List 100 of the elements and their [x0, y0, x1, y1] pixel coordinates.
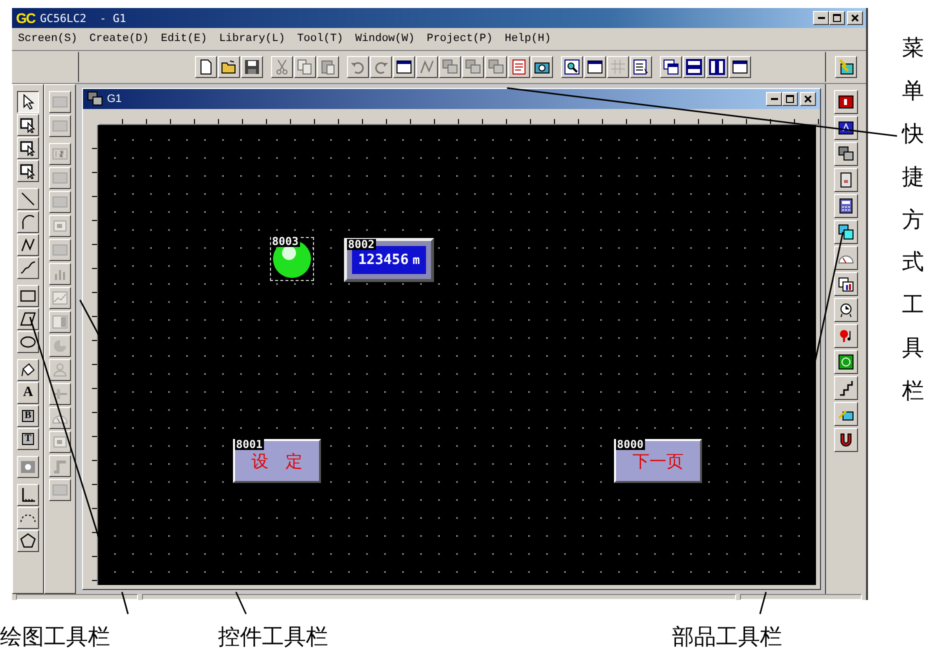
menu-item[interactable]: Library(L): [219, 33, 286, 45]
trend-icon: [52, 290, 68, 306]
maximize-button[interactable]: [829, 11, 845, 25]
steps-icon: [838, 380, 854, 396]
menu-item[interactable]: Create(D): [89, 33, 149, 45]
select-icon: [20, 163, 36, 179]
menu-item[interactable]: Help(H): [504, 33, 551, 45]
toolbar-button[interactable]: T: [17, 428, 39, 450]
door-icon: [838, 172, 854, 188]
paste-icon: [320, 59, 336, 75]
annotation-label: 部品工具栏: [672, 624, 783, 652]
object-id: 8000: [616, 439, 644, 450]
screen-button[interactable]: 下一页 8000: [614, 439, 702, 483]
ruler-icon: [20, 487, 36, 503]
panel-icon: [52, 170, 68, 186]
pie-icon: [52, 338, 68, 354]
curve-icon: [20, 260, 36, 276]
minimize-icon: [770, 98, 778, 100]
select-icon: [20, 117, 36, 133]
annotation-label: 绘图工具栏: [0, 624, 111, 652]
menu-item[interactable]: Screen(S): [18, 33, 78, 45]
maximize-icon: [832, 13, 842, 23]
slider-icon: [52, 386, 68, 402]
minimize-button[interactable]: [813, 11, 829, 25]
window-icon: [732, 59, 748, 75]
screens-icon: [442, 59, 458, 75]
menu-item[interactable]: Tool(T): [297, 33, 344, 45]
leader-line: [121, 592, 129, 614]
scissors-icon: [274, 59, 290, 75]
pentagon-icon: [20, 533, 36, 549]
copy-icon: [297, 59, 313, 75]
line-icon: [20, 191, 36, 207]
menu-item[interactable]: Project(P): [426, 33, 493, 45]
meter-bar-icon: [52, 314, 68, 330]
folder-icon: [221, 59, 237, 75]
window-icon: [587, 59, 603, 75]
select-icon: [20, 140, 36, 156]
close-button[interactable]: [847, 11, 863, 25]
display-value: 123456: [358, 252, 409, 268]
polyline-icon: [20, 237, 36, 253]
menu-item[interactable]: Window(W): [355, 33, 415, 45]
lightning-icon: [838, 59, 854, 75]
pipe-icon: [52, 458, 68, 474]
panel-icon: [52, 194, 68, 210]
button-label: 设 定: [252, 450, 302, 472]
calculator-icon: [838, 198, 854, 214]
parallelogram-icon: [20, 311, 36, 327]
object-id: 8003: [271, 236, 300, 247]
leader-line: [235, 592, 247, 614]
object-id: 8001: [235, 439, 264, 450]
clock-icon: [838, 302, 854, 318]
menu-item[interactable]: Edit(E): [160, 33, 208, 45]
maximize-icon: [785, 94, 795, 104]
tile-icon: [838, 120, 854, 136]
close-button[interactable]: [800, 92, 816, 106]
screens-icon: [87, 91, 103, 107]
panel-icon: [52, 94, 68, 110]
annotation-label: 控件工具栏: [218, 624, 329, 652]
badge-icon: [838, 94, 854, 110]
magnet-icon: [838, 432, 854, 448]
screens-icon: [838, 146, 854, 162]
toolbar-button[interactable]: A: [17, 382, 39, 404]
toolbar-button[interactable]: [17, 91, 39, 113]
panel-icon: [52, 242, 68, 258]
magnifier-icon: [564, 59, 580, 75]
page-icon: [198, 59, 214, 75]
panel-icon: [52, 118, 68, 134]
screen-button[interactable]: 设 定 8001: [233, 439, 321, 483]
chart-icon: [838, 276, 854, 292]
close-icon: [803, 94, 813, 104]
list-icon: [633, 59, 649, 75]
square-icon: [52, 218, 68, 234]
columns-icon: [709, 59, 725, 75]
document-icon: [511, 59, 527, 75]
panel-icon: [52, 482, 68, 498]
person-icon: [52, 362, 68, 378]
object-id: 8002: [347, 239, 376, 250]
screens-icon: [488, 59, 504, 75]
arc-icon: [20, 214, 36, 230]
button-label: 下一页: [632, 450, 684, 472]
number-field-icon: [52, 146, 68, 162]
screens-icon: [465, 59, 481, 75]
window-icon: [396, 59, 412, 75]
toolbar-button[interactable]: B: [17, 405, 39, 427]
rectangle-icon: [20, 288, 36, 304]
leader-line: [759, 592, 767, 614]
ellipse-icon: [20, 334, 36, 350]
app-logo: GC: [15, 10, 36, 26]
unit-label: m: [412, 253, 420, 267]
smiley-icon: [838, 354, 854, 370]
minimize-button[interactable]: [766, 92, 782, 106]
rows-icon: [686, 59, 702, 75]
paint-bucket-icon: [20, 362, 36, 378]
minimize-icon: [818, 17, 824, 19]
grid-icon: [610, 59, 626, 75]
close-icon: [850, 13, 860, 23]
overlapping-squares-icon: [838, 224, 854, 240]
window-title: G1: [107, 93, 123, 105]
maximize-button[interactable]: [782, 92, 798, 106]
annotation-label: 菜单快捷方式工具栏: [902, 35, 924, 406]
